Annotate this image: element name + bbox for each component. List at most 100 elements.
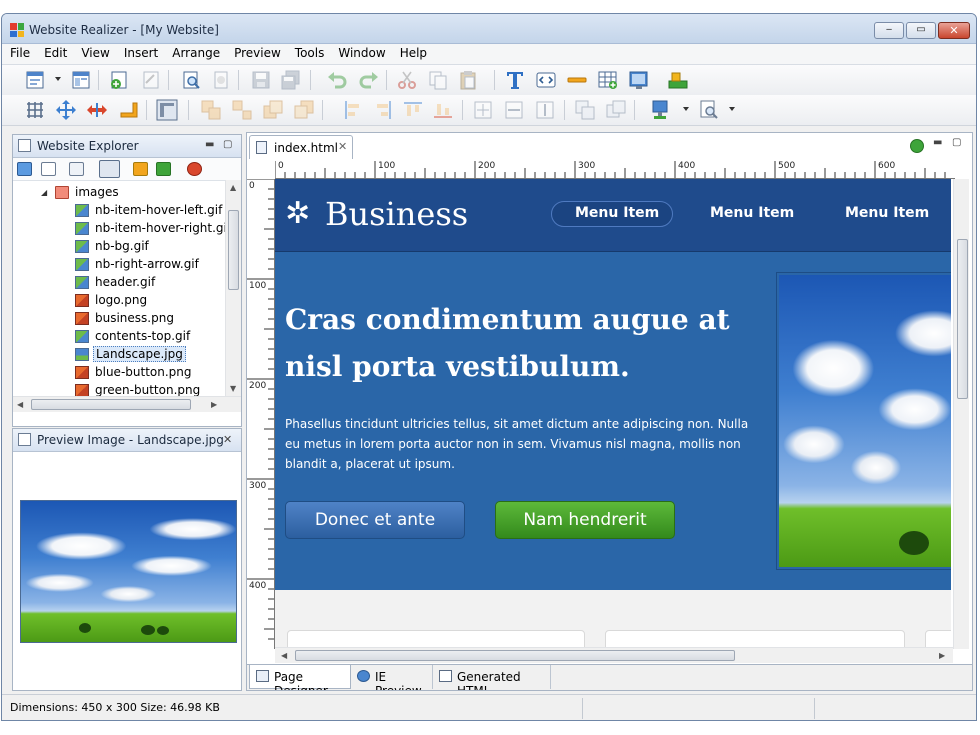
donec-button[interactable]: Donec et ante	[285, 501, 465, 539]
scroll-thumb[interactable]	[957, 239, 968, 399]
nav-item-3[interactable]: Menu Item	[845, 205, 929, 221]
view-toggle-icon[interactable]	[99, 160, 120, 178]
tab-index-html[interactable]: index.html ✕	[249, 135, 353, 159]
hero-image-frame[interactable]	[776, 272, 951, 570]
align-left-icon[interactable]	[342, 99, 364, 121]
center-icon[interactable]	[472, 99, 494, 121]
undo-icon[interactable]	[326, 69, 348, 91]
list-item[interactable]: logo.png	[13, 292, 225, 310]
hero-heading[interactable]: Cras condimentum augue at nisl porta ves…	[285, 296, 765, 390]
redo-icon[interactable]	[358, 69, 380, 91]
delete-icon[interactable]	[187, 162, 202, 176]
list-item[interactable]: green-button.png	[13, 382, 225, 396]
menu-file[interactable]: File	[2, 44, 36, 64]
collapse-arrow-icon[interactable]: ◢	[41, 188, 47, 197]
scroll-thumb[interactable]	[31, 399, 191, 410]
page-layout-icon[interactable]	[70, 69, 92, 91]
site-logo[interactable]: Business	[325, 195, 468, 233]
nav-item-1[interactable]: Menu Item	[575, 205, 659, 221]
insert-table-icon[interactable]	[597, 69, 619, 91]
list-item[interactable]: header.gif	[13, 274, 225, 292]
insert-image-icon[interactable]	[628, 69, 650, 91]
scroll-left-icon[interactable]: ◀	[17, 400, 23, 409]
canvas-horizontal-scrollbar[interactable]: ◀ ▶	[275, 647, 953, 663]
nam-hendrerit-button[interactable]: Nam hendrerit	[495, 501, 675, 539]
menu-help[interactable]: Help	[392, 44, 433, 64]
align-top-icon[interactable]	[402, 99, 424, 121]
insert-form-icon[interactable]	[667, 69, 689, 91]
hero-section[interactable]: Cras condimentum augue at nisl porta ves…	[275, 252, 951, 590]
bring-forward-icon[interactable]	[262, 99, 284, 121]
scroll-right-icon[interactable]: ▶	[939, 651, 945, 660]
tab-page-designer[interactable]: Page Designer	[249, 665, 351, 690]
minimize-button[interactable]: ‒	[874, 22, 904, 39]
insert-line-icon[interactable]	[566, 69, 588, 91]
publish-dropdown-icon[interactable]	[683, 107, 689, 111]
align-right-icon[interactable]	[372, 99, 394, 121]
save-icon[interactable]	[250, 69, 272, 91]
group-icon[interactable]	[200, 99, 222, 121]
hero-body-text[interactable]: Phasellus tincidunt ultricies tellus, si…	[285, 414, 755, 474]
list-item-selected[interactable]: Landscape.jpg	[13, 346, 225, 364]
list-item[interactable]: nb-item-hover-right.gif	[13, 220, 225, 238]
copy-icon[interactable]	[427, 69, 449, 91]
new-folder-icon[interactable]	[17, 162, 32, 176]
move-icon[interactable]	[55, 99, 77, 121]
publish-icon[interactable]	[210, 69, 232, 91]
paste-icon[interactable]	[457, 69, 479, 91]
close-tab-icon[interactable]: ✕	[338, 140, 347, 153]
list-item[interactable]: nb-item-hover-left.gif	[13, 202, 225, 220]
insert-html-icon[interactable]	[535, 69, 557, 91]
grid-icon[interactable]	[24, 99, 46, 121]
insert-text-icon[interactable]	[504, 69, 526, 91]
same-width-icon[interactable]	[503, 99, 525, 121]
scroll-down-icon[interactable]: ▼	[230, 384, 236, 393]
editor-maximize-icon[interactable]: ▢	[952, 137, 961, 148]
panel-maximize-icon[interactable]: ▢	[223, 139, 232, 150]
tab-ie-preview[interactable]: IE Preview	[351, 665, 433, 690]
nav-item-2[interactable]: Menu Item	[710, 205, 794, 221]
scroll-up-icon[interactable]: ▲	[230, 183, 236, 192]
snap-to-ruler-icon[interactable]	[156, 99, 178, 121]
import-icon[interactable]	[156, 162, 171, 176]
menu-insert[interactable]: Insert	[116, 44, 164, 64]
scroll-thumb[interactable]	[295, 650, 735, 661]
close-preview-icon[interactable]: ✕	[223, 433, 232, 446]
cut-icon[interactable]	[396, 69, 418, 91]
duplicate-icon[interactable]	[574, 99, 596, 121]
same-height-icon[interactable]	[534, 99, 556, 121]
list-item[interactable]: blue-button.png	[13, 364, 225, 382]
scroll-right-icon[interactable]: ▶	[211, 400, 217, 409]
add-icon[interactable]	[910, 139, 924, 153]
menu-tools[interactable]: Tools	[287, 44, 331, 64]
send-backward-icon[interactable]	[293, 99, 315, 121]
list-item[interactable]: nb-right-arrow.gif	[13, 256, 225, 274]
menu-edit[interactable]: Edit	[36, 44, 73, 64]
tree-folder-images[interactable]: ◢ images	[13, 184, 225, 202]
preview-dropdown-icon[interactable]	[729, 107, 735, 111]
menu-arrange[interactable]: Arrange	[164, 44, 226, 64]
add-page-icon[interactable]	[108, 69, 130, 91]
rename-icon[interactable]	[41, 162, 56, 176]
ungroup-icon[interactable]	[231, 99, 253, 121]
tab-generated-html[interactable]: Generated HTML	[433, 665, 551, 690]
panel-minimize-icon[interactable]: ▬	[205, 139, 214, 150]
preview-browser-icon[interactable]	[698, 99, 720, 121]
close-button[interactable]: ✕	[938, 22, 970, 39]
explorer-vertical-scrollbar[interactable]: ▲ ▼	[225, 180, 241, 396]
preview-page-icon[interactable]	[180, 69, 202, 91]
menu-view[interactable]: View	[73, 44, 115, 64]
publish-site-icon[interactable]	[650, 99, 672, 121]
design-canvas[interactable]: ✲ Business Menu Item Menu Item Menu Item…	[275, 179, 951, 649]
new-page-icon[interactable]	[24, 69, 46, 91]
new-page-dropdown-icon[interactable]	[55, 77, 61, 81]
list-item[interactable]: business.png	[13, 310, 225, 328]
save-all-icon[interactable]	[280, 69, 302, 91]
menu-preview[interactable]: Preview	[226, 44, 287, 64]
page-properties-icon[interactable]	[140, 69, 162, 91]
list-item[interactable]: nb-bg.gif	[13, 238, 225, 256]
align-bottom-icon[interactable]	[432, 99, 454, 121]
menu-window[interactable]: Window	[330, 44, 391, 64]
explorer-horizontal-scrollbar[interactable]: ◀ ▶	[13, 396, 241, 412]
copy-file-icon[interactable]	[69, 162, 84, 176]
